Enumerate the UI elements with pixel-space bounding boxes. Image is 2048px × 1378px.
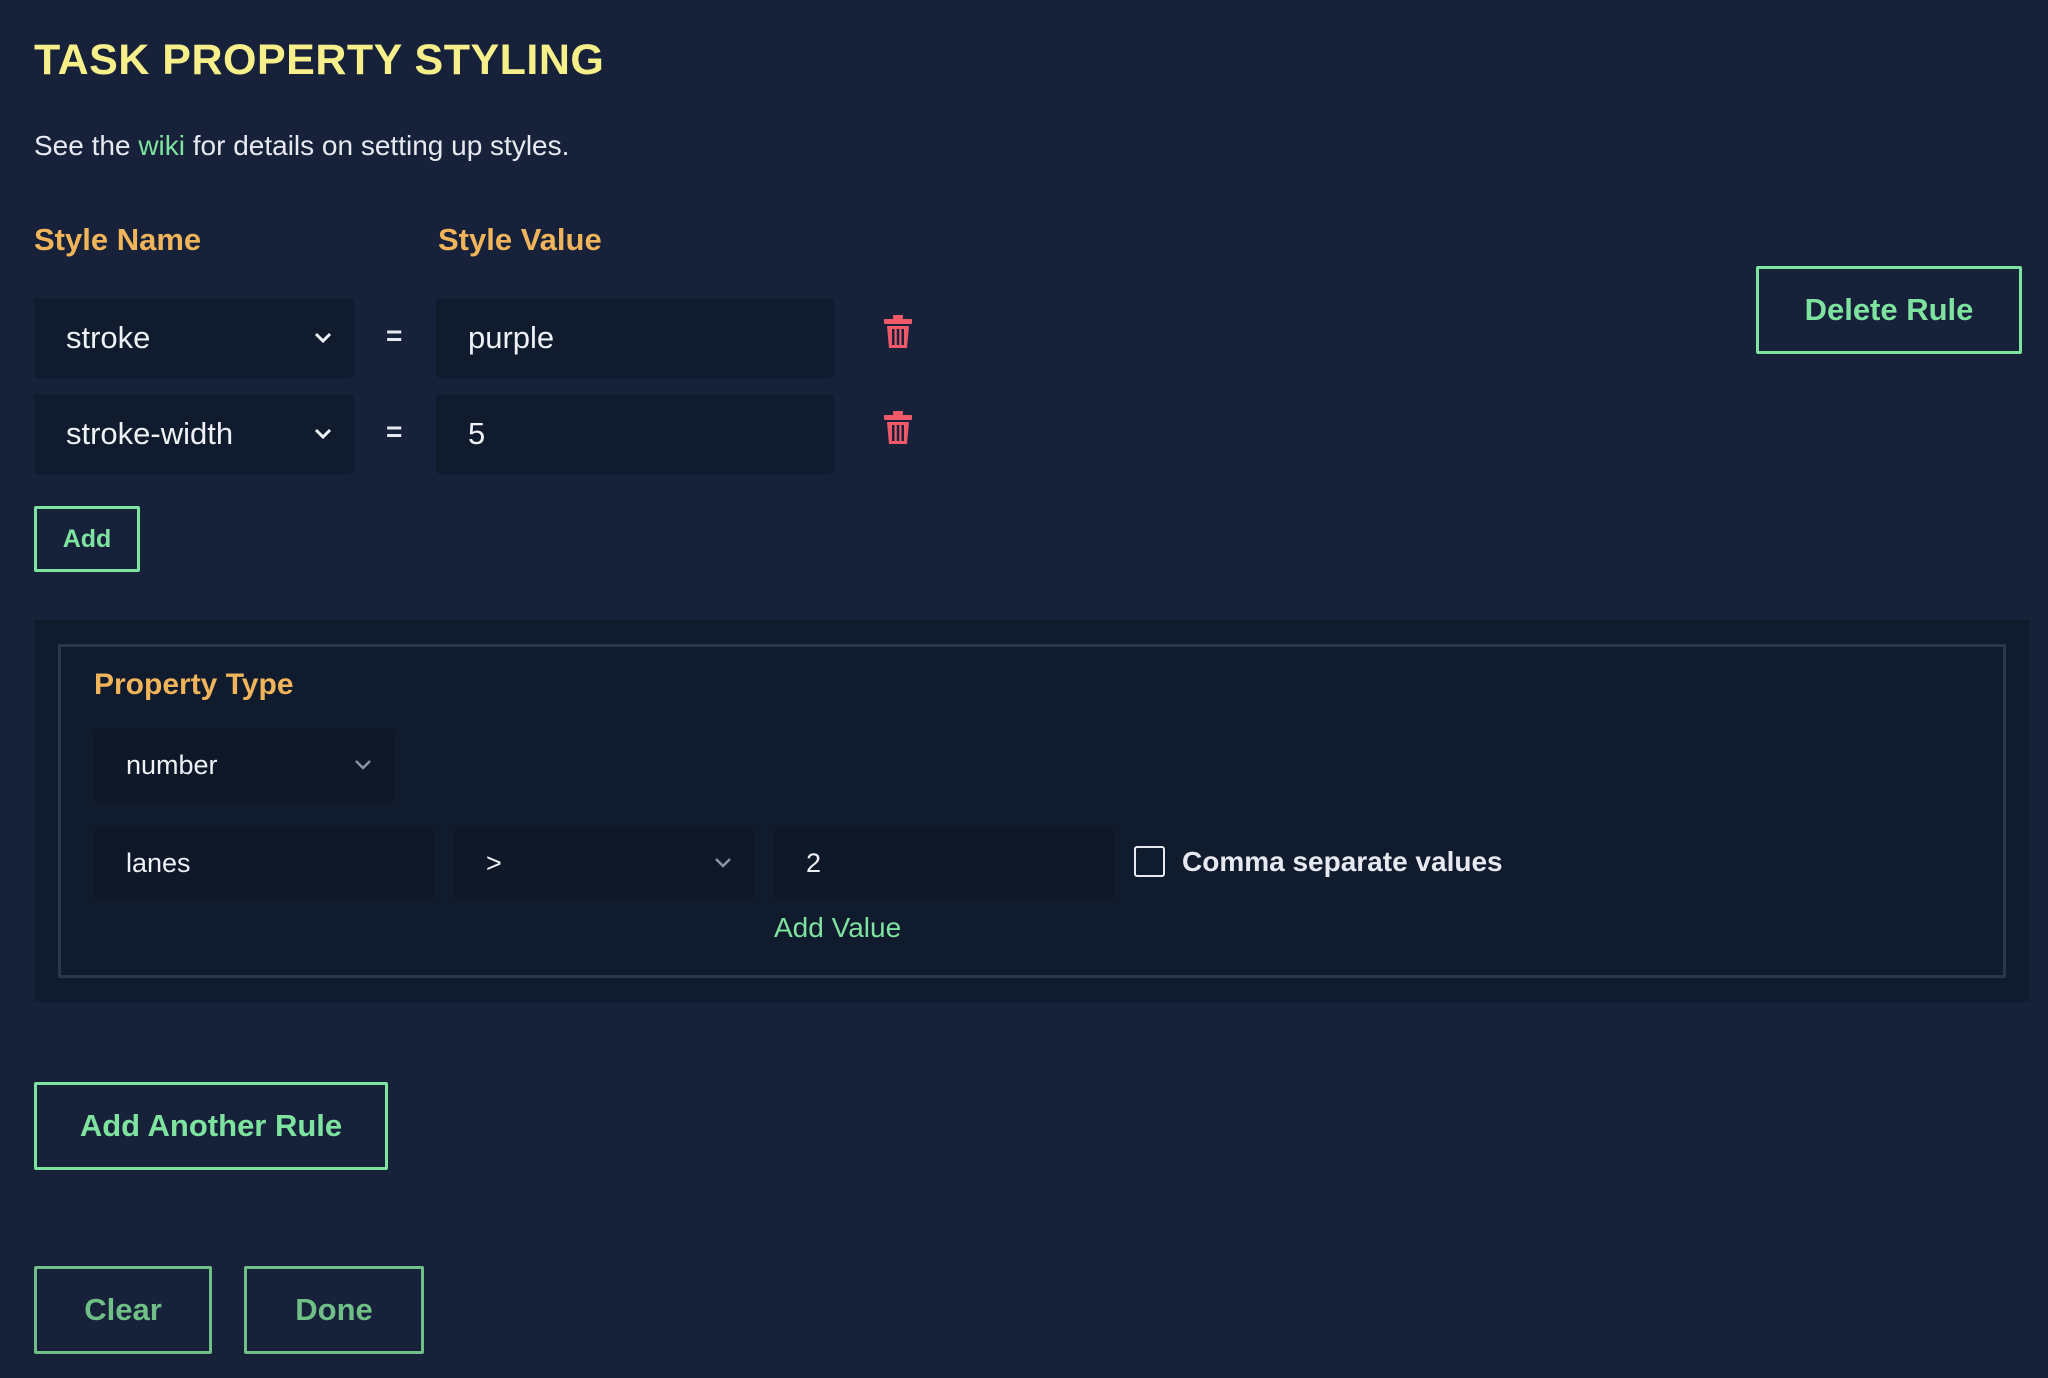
add-style-button[interactable]: Add xyxy=(34,506,140,572)
trash-icon[interactable] xyxy=(884,411,912,445)
style-value: purple xyxy=(468,320,555,355)
style-name-value: stroke xyxy=(66,320,151,355)
clear-button[interactable]: Clear xyxy=(34,1266,212,1354)
style-name-label: Style Name xyxy=(34,222,202,257)
property-type-value: number xyxy=(126,749,218,780)
property-name-value: lanes xyxy=(126,847,191,878)
property-type-select[interactable]: number xyxy=(94,728,394,802)
page-title: TASK PROPERTY STYLING xyxy=(34,36,605,84)
property-name-input[interactable]: lanes xyxy=(94,826,434,900)
chevron-down-icon xyxy=(314,332,332,344)
intro-text: See the wiki for details on setting up s… xyxy=(34,130,569,162)
intro-suffix: for details on setting up styles. xyxy=(184,130,570,161)
add-another-rule-button[interactable]: Add Another Rule xyxy=(34,1082,388,1170)
condition-value-input[interactable]: 2 xyxy=(774,826,1114,900)
equals-sign: = xyxy=(386,416,403,447)
style-name-select-1[interactable]: stroke xyxy=(34,298,354,378)
delete-rule-button[interactable]: Delete Rule xyxy=(1756,266,2022,354)
property-type-label: Property Type xyxy=(94,668,294,701)
operator-value: > xyxy=(486,847,502,878)
style-name-select-2[interactable]: stroke-width xyxy=(34,394,354,474)
done-button[interactable]: Done xyxy=(244,1266,424,1354)
comma-separate-label: Comma separate values xyxy=(1182,846,1503,877)
condition-panel-inner xyxy=(58,644,2006,978)
chevron-down-icon xyxy=(715,858,731,868)
operator-select[interactable]: > xyxy=(454,826,754,900)
condition-value: 2 xyxy=(806,847,822,878)
equals-sign: = xyxy=(386,320,403,351)
chevron-down-icon xyxy=(355,760,371,770)
style-value-label: Style Value xyxy=(438,222,602,257)
wiki-link[interactable]: wiki xyxy=(138,130,185,161)
chevron-down-icon xyxy=(314,428,332,440)
style-value-input-2[interactable]: 5 xyxy=(436,394,834,474)
intro-prefix: See the xyxy=(34,130,139,161)
trash-icon[interactable] xyxy=(884,315,912,349)
comma-separate-checkbox[interactable] xyxy=(1134,846,1165,877)
style-value-input-1[interactable]: purple xyxy=(436,298,834,378)
style-name-value: stroke-width xyxy=(66,416,234,451)
style-value: 5 xyxy=(468,416,486,451)
add-value-link[interactable]: Add Value xyxy=(774,912,901,944)
